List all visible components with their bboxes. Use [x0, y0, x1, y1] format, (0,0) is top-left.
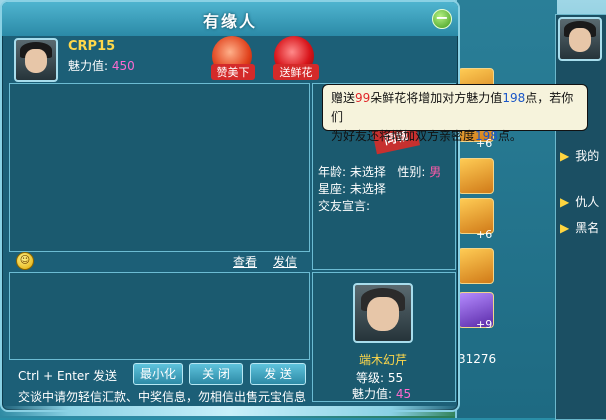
tooltip-line-1: 赠送99朵鲜花将增加对方魅力值198点，若你们	[331, 91, 574, 124]
title-bar[interactable]: 有缘人 −	[2, 2, 458, 36]
bottom-decoration	[0, 406, 460, 416]
close-button[interactable]: 关 闭	[189, 363, 243, 385]
friend-avatar	[353, 283, 413, 343]
emoji-icon[interactable]: ☺	[16, 252, 34, 270]
friend-group-blacklist[interactable]: ▶ 黑名	[560, 219, 599, 236]
item-badge: +9	[476, 318, 493, 331]
friend-name: 端木幻芹	[358, 353, 407, 367]
player-name: CRP15	[68, 39, 116, 54]
message-input[interactable]	[9, 272, 310, 360]
friend-level: 等级: 55	[356, 371, 404, 385]
triangle-icon: ▶	[560, 195, 570, 209]
chat-history[interactable]	[9, 83, 310, 252]
minimize-button[interactable]: −	[432, 9, 452, 29]
friend-charm: 魅力值: 45	[352, 387, 412, 401]
friend-group-enemy[interactable]: ▶ 仇人	[560, 193, 599, 210]
send-flower-button-label[interactable]: 送鲜花	[273, 64, 319, 80]
player-avatar	[14, 38, 58, 82]
safety-notice: 交谈中请勿轻信汇款、中奖信息，勿相信出售元宝信息	[18, 390, 307, 404]
praise-button-label[interactable]: 赞美下	[211, 64, 255, 80]
send-message-link[interactable]: 发信	[273, 253, 297, 270]
minimize-window-button[interactable]: 最小化	[133, 363, 183, 385]
bag-item[interactable]	[458, 248, 494, 284]
profile-declaration: 交友宣言:	[318, 199, 371, 213]
profile-age-gender: 年龄: 未选择 性别: 男	[318, 165, 442, 179]
friend-group-mine[interactable]: ▶ 我的	[560, 147, 599, 164]
side-number: 31276	[458, 352, 497, 366]
flower-tooltip: 赠送99朵鲜花将增加对方魅力值198点，若你们 为好友还将增加双方亲密度198点…	[322, 84, 588, 143]
triangle-icon: ▶	[560, 221, 570, 235]
send-hint: Ctrl + Enter 发送	[18, 369, 118, 383]
send-button[interactable]: 发 送	[250, 363, 306, 385]
friends-panel: ▶ 我的 ▶ 仇人 ▶ 黑名	[555, 14, 606, 420]
bag-item[interactable]	[458, 158, 494, 194]
player-charm: 魅力值: 450	[68, 59, 135, 73]
tooltip-line-2: 为好友还将增加双方亲密度198点。	[331, 129, 522, 143]
view-link[interactable]: 查看	[233, 253, 257, 270]
triangle-icon: ▶	[560, 149, 570, 163]
item-badge: +6	[476, 228, 493, 241]
window-title: 有缘人	[202, 12, 257, 31]
profile-sign: 星座: 未选择	[318, 182, 386, 196]
friend-panel-avatar	[558, 17, 602, 61]
